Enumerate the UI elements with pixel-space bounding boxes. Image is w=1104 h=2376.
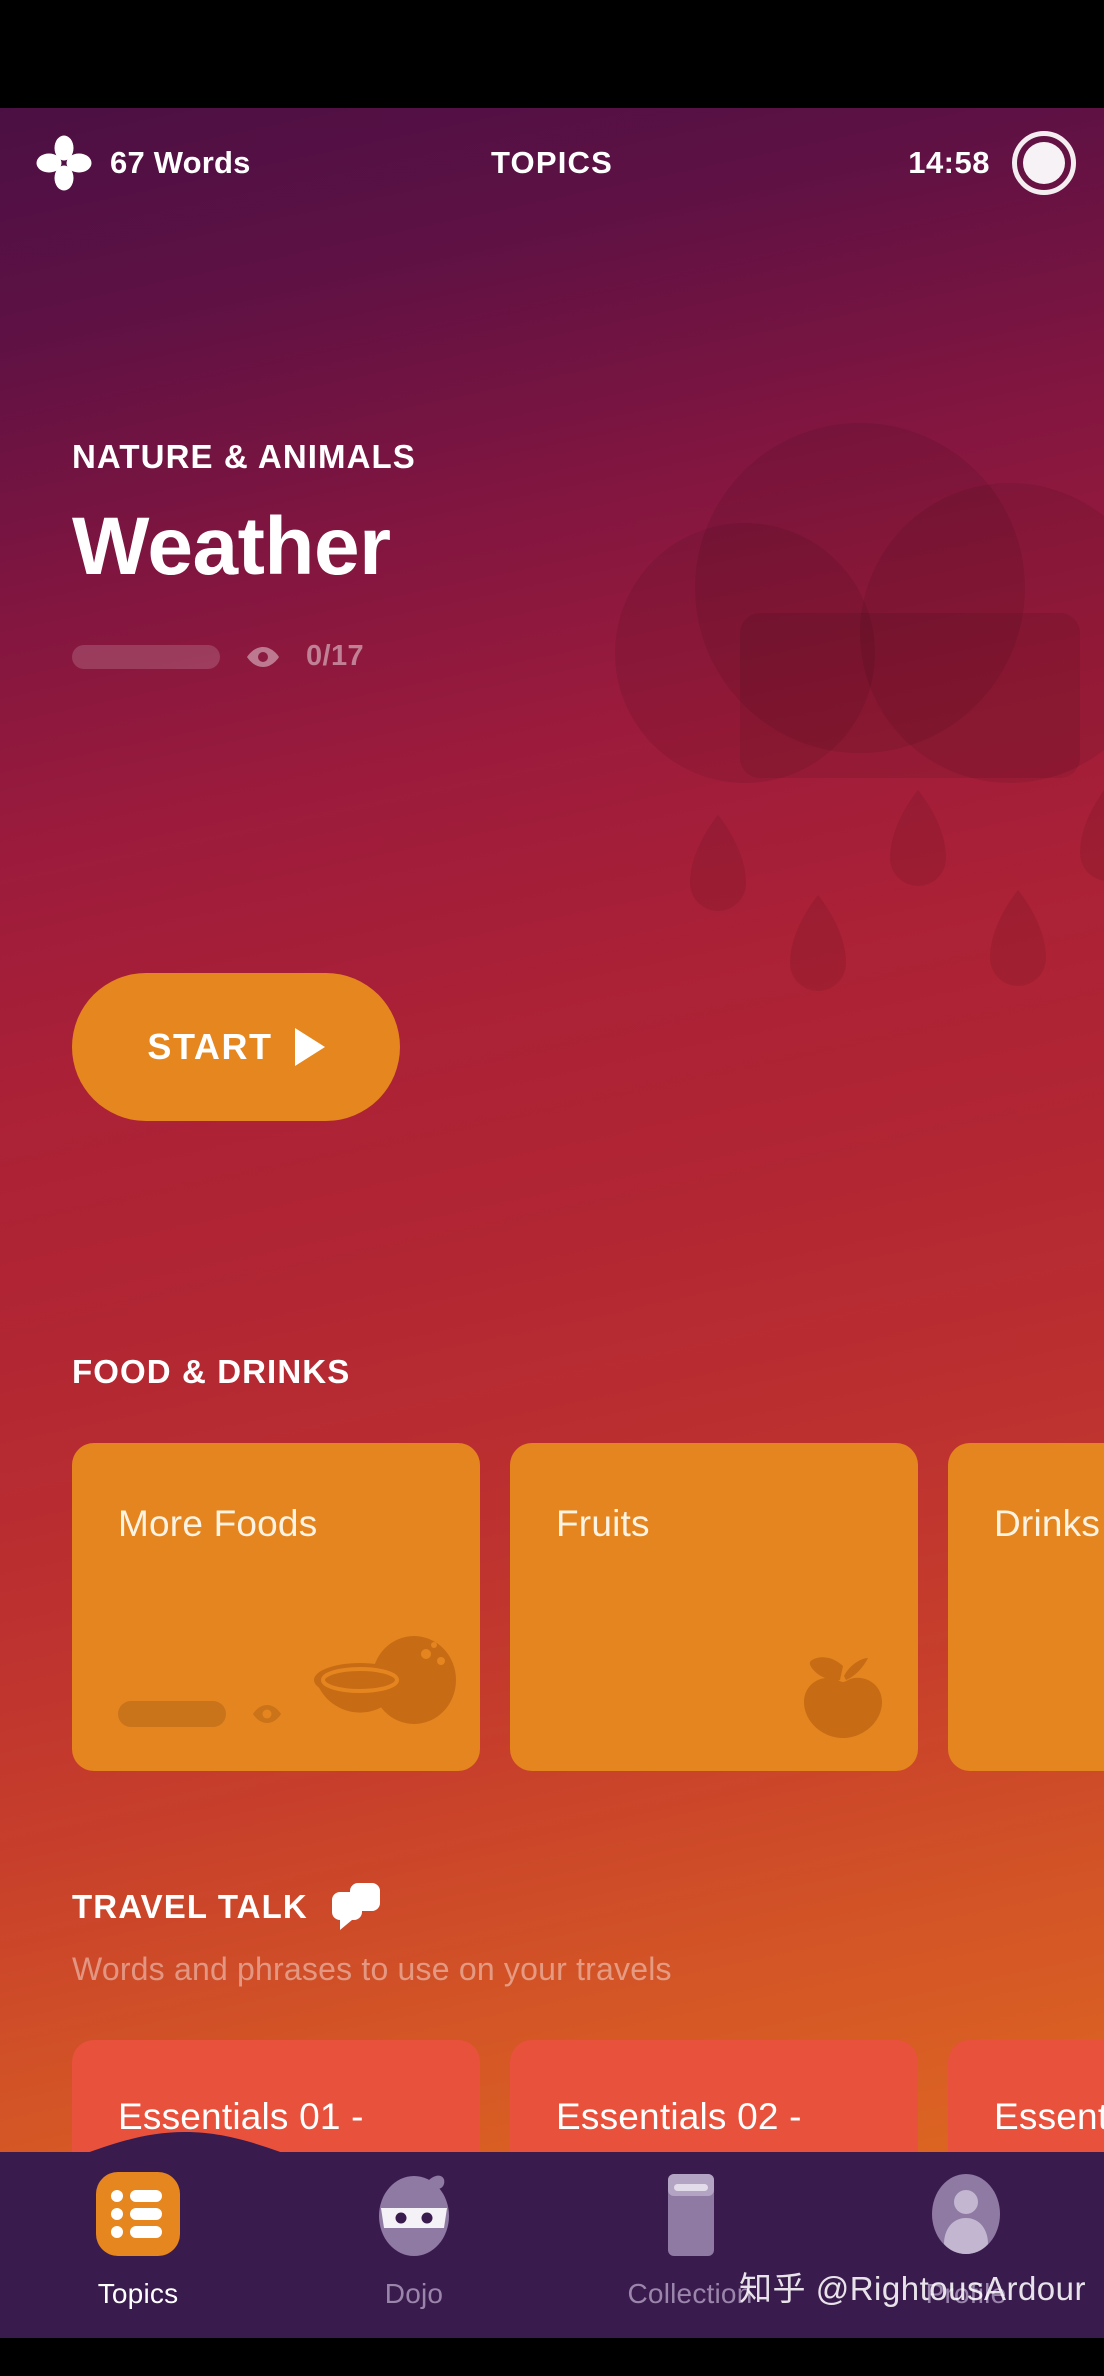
card-progress-bar <box>118 1701 226 1727</box>
hero-topic: NATURE & ANIMALS Weather 0/17 <box>72 438 832 673</box>
list-icon <box>90 2166 186 2262</box>
start-button[interactable]: START <box>72 973 400 1121</box>
app-body: 67 Words TOPICS 14:58 NATURE & ANIMALS W… <box>0 108 1104 2376</box>
nav-label: Collection <box>627 2278 753 2309</box>
top-bar: 67 Words TOPICS 14:58 <box>0 108 1104 218</box>
card-footer <box>118 1701 282 1727</box>
section-subtitle: Words and phrases to use on your travels <box>72 1951 672 1987</box>
avatar[interactable] <box>1012 131 1076 195</box>
nav-item-collection[interactable]: Collection <box>585 2166 795 2310</box>
ninja-icon <box>366 2166 462 2262</box>
nav-label: Dojo <box>384 2278 444 2309</box>
coconut-icon <box>310 1628 460 1753</box>
card-title: Fruits <box>556 1503 650 1544</box>
play-icon <box>294 1028 325 1066</box>
hero-category-label: NATURE & ANIMALS <box>72 438 416 475</box>
topic-card-drinks[interactable]: Drinks <box>948 1443 1104 1771</box>
section-food-and-drinks: FOOD & DRINKS More Foods Fruits Drinks <box>72 1353 1104 1771</box>
hero-progress-bar <box>72 644 220 669</box>
hero-title: Weather <box>72 501 391 592</box>
person-icon <box>918 2166 1014 2262</box>
section-heading: FOOD & DRINKS <box>72 1353 1104 1391</box>
nav-item-profile[interactable]: Profile <box>861 2166 1071 2310</box>
bottom-nav-wrapper: Topics Dojo Collection Profile 知乎 @Right… <box>0 2130 1104 2376</box>
eye-icon <box>252 1704 282 1724</box>
eye-icon <box>246 646 280 668</box>
book-icon <box>642 2166 738 2262</box>
section-heading-label: TRAVEL TALK <box>72 1888 308 1925</box>
card-title: Drinks <box>994 1503 1101 1544</box>
topic-card-fruits[interactable]: Fruits <box>510 1443 918 1771</box>
phone-screen: 67 Words TOPICS 14:58 NATURE & ANIMALS W… <box>0 0 1104 2376</box>
section-heading: TRAVEL TALK <box>72 1883 1104 1931</box>
start-button-label: START <box>147 1026 273 1067</box>
nav-label: Topics <box>97 2278 179 2309</box>
speech-bubbles-icon <box>328 1883 384 1931</box>
section-heading-label: FOOD & DRINKS <box>72 1353 351 1390</box>
apple-icon <box>788 1628 898 1753</box>
card-title: More Foods <box>118 1503 318 1544</box>
status-bar-notch <box>0 0 1104 108</box>
home-indicator-area <box>0 2338 1104 2376</box>
avatar-icon <box>1023 142 1065 184</box>
food-card-row[interactable]: More Foods Fruits Drinks <box>72 1443 1104 1771</box>
top-bar-right: 14:58 <box>908 131 1076 195</box>
nav-item-topics[interactable]: Topics <box>33 2166 243 2310</box>
clock-label: 14:58 <box>908 145 990 180</box>
hero-progress-count: 0/17 <box>306 640 365 672</box>
nav-item-dojo[interactable]: Dojo <box>309 2166 519 2310</box>
topic-card-more-foods[interactable]: More Foods <box>72 1443 480 1771</box>
nav-label: Profile <box>925 2278 1007 2309</box>
bottom-nav: Topics Dojo Collection Profile <box>0 2152 1104 2338</box>
hero-progress-row: 0/17 <box>72 640 832 673</box>
